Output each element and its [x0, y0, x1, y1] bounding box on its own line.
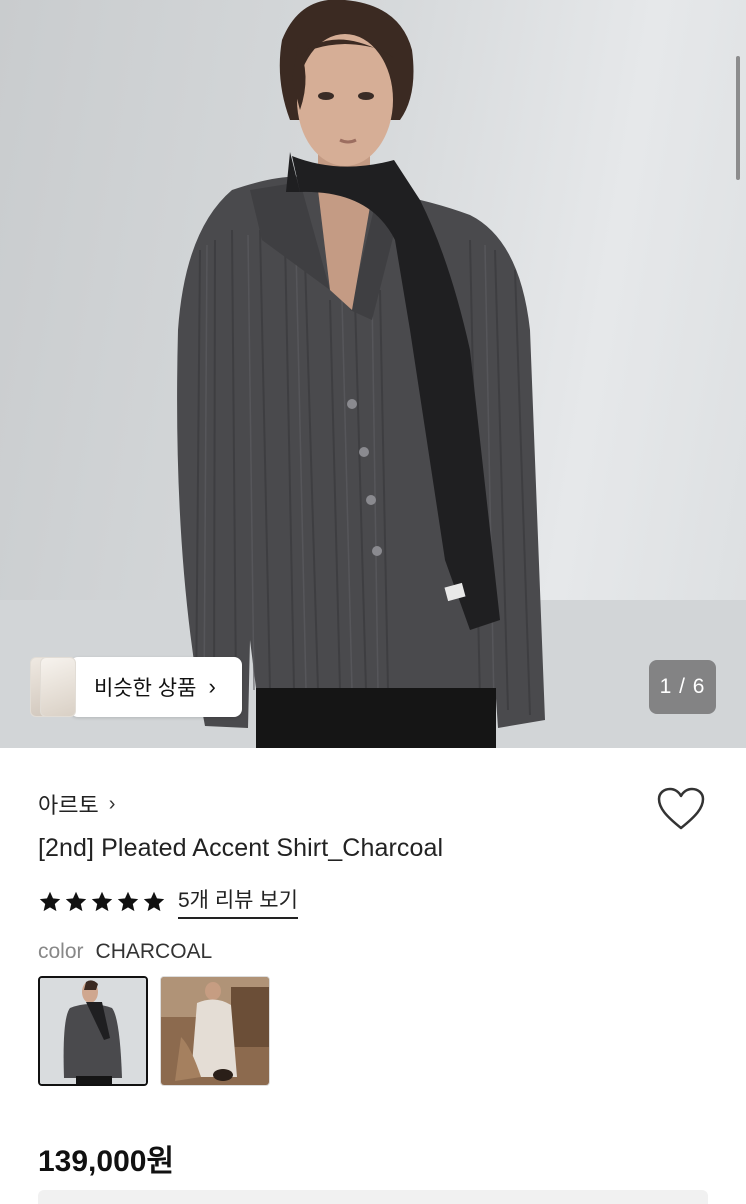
star-icon	[39, 891, 61, 911]
chevron-right-icon: ›	[108, 792, 116, 815]
swatch-charcoal[interactable]	[38, 976, 148, 1086]
color-swatches	[38, 976, 270, 1086]
star-icon	[65, 891, 87, 911]
color-row: color CHARCOAL	[38, 940, 212, 964]
rating-row: 5개 리뷰 보기	[38, 884, 298, 919]
similar-products-button[interactable]: 비슷한 상품 ›	[70, 657, 242, 717]
brand-name: 아르토	[38, 793, 99, 818]
product-title: [2nd] Pleated Accent Shirt_Charcoal	[38, 834, 444, 862]
color-value: CHARCOAL	[95, 940, 213, 963]
similar-products-label: 비슷한 상품	[94, 677, 197, 700]
star-icon	[91, 891, 113, 911]
product-image-carousel[interactable]: 비슷한 상품 › 1 / 6	[0, 0, 746, 748]
star-icon	[117, 891, 139, 911]
brand-link[interactable]: 아르토 ›	[38, 788, 115, 820]
heart-icon[interactable]	[656, 786, 706, 832]
color-label: color	[38, 940, 84, 963]
swatch-charcoal-image	[40, 978, 146, 1084]
product-photo	[0, 0, 746, 748]
similar-products[interactable]: 비슷한 상품 ›	[30, 657, 242, 717]
image-counter: 1 / 6	[649, 660, 716, 714]
review-link[interactable]: 5개 리뷰 보기	[178, 884, 298, 919]
scroll-indicator[interactable]	[736, 56, 740, 180]
rating-stars	[38, 890, 166, 914]
product-price: 139,000원	[38, 1145, 175, 1178]
swatch-alternate[interactable]	[160, 976, 270, 1086]
swatch-alternate-image	[161, 977, 269, 1085]
bottom-action-bar[interactable]	[38, 1190, 708, 1204]
star-icon	[143, 891, 165, 911]
similar-thumbnails	[30, 657, 76, 717]
chevron-right-icon: ›	[208, 674, 216, 699]
